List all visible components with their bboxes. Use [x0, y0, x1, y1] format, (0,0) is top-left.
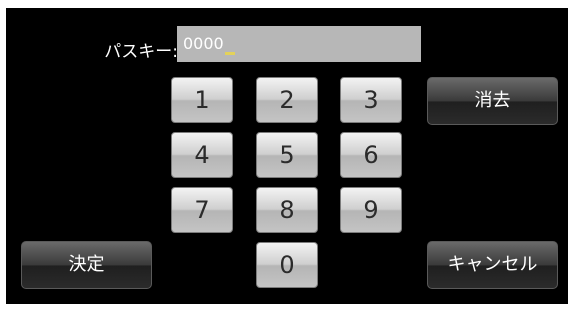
- key-6[interactable]: 6: [340, 132, 402, 178]
- passkey-label: パスキー:: [104, 42, 178, 62]
- passkey-screen: パスキー: 0000 1 2 3 4 5 6 7 8 9 0 消去 決定 キャン…: [6, 8, 568, 304]
- key-2[interactable]: 2: [256, 77, 318, 123]
- key-5[interactable]: 5: [256, 132, 318, 178]
- key-0[interactable]: 0: [256, 242, 318, 288]
- passkey-input[interactable]: 0000: [177, 26, 421, 62]
- key-7[interactable]: 7: [171, 187, 233, 233]
- key-9[interactable]: 9: [340, 187, 402, 233]
- key-8[interactable]: 8: [256, 187, 318, 233]
- clear-button[interactable]: 消去: [427, 77, 558, 125]
- text-cursor: [224, 52, 235, 55]
- passkey-value: 0000: [183, 34, 224, 53]
- confirm-button[interactable]: 決定: [21, 241, 152, 289]
- key-1[interactable]: 1: [171, 77, 233, 123]
- key-4[interactable]: 4: [171, 132, 233, 178]
- cancel-button[interactable]: キャンセル: [427, 241, 558, 289]
- frame: パスキー: 0000 1 2 3 4 5 6 7 8 9 0 消去 決定 キャン…: [0, 0, 574, 311]
- key-3[interactable]: 3: [340, 77, 402, 123]
